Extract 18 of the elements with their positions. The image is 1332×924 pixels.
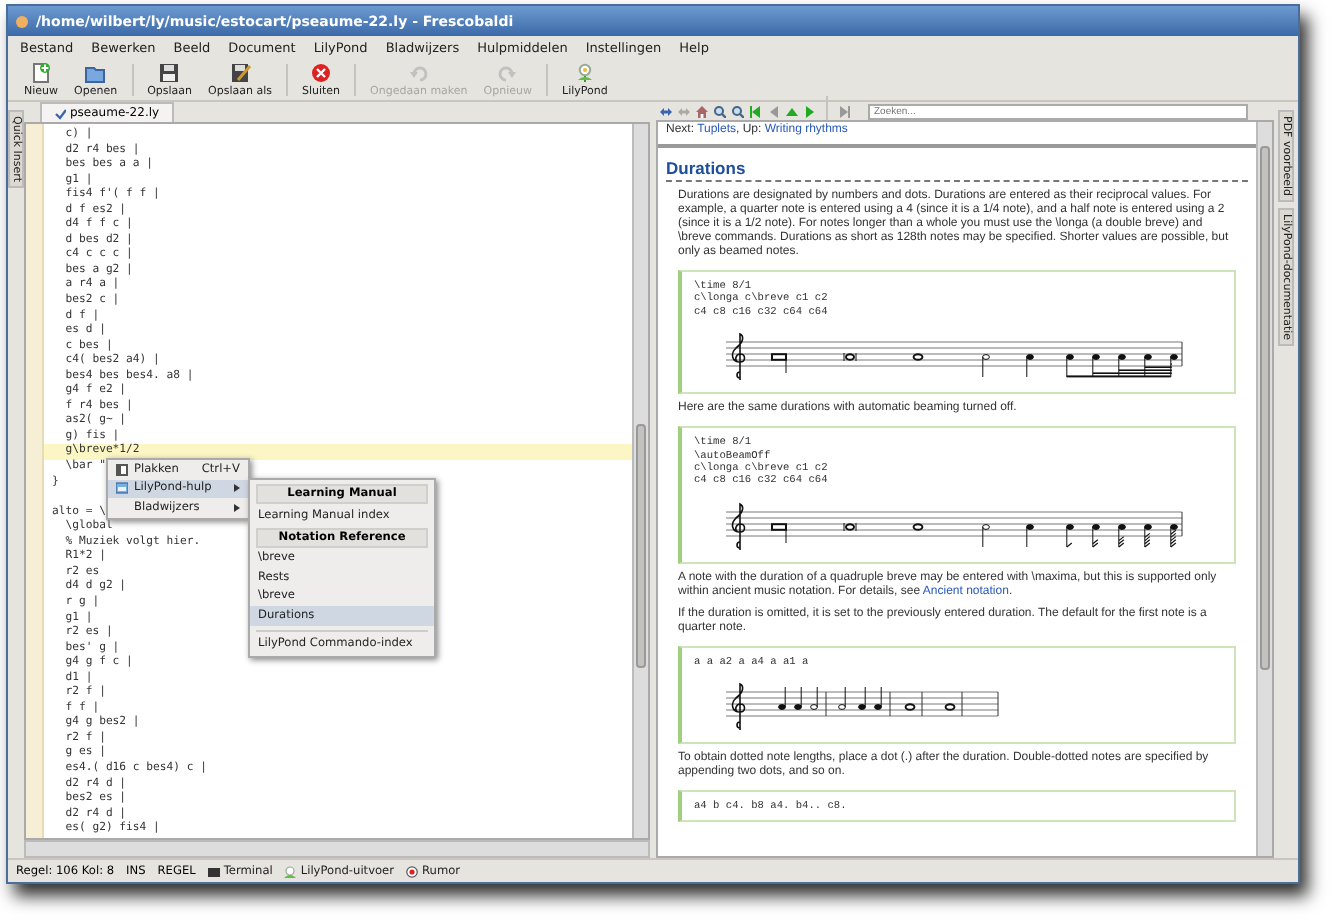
home-icon[interactable] xyxy=(696,105,708,117)
scrollbar[interactable] xyxy=(632,124,648,838)
window-icon xyxy=(116,482,128,495)
record-icon xyxy=(406,865,419,877)
new-document-icon xyxy=(30,61,52,83)
undo-icon xyxy=(407,61,430,83)
floppy-pencil-icon xyxy=(229,61,251,83)
close-icon xyxy=(310,61,333,83)
scrollbar[interactable] xyxy=(1256,122,1272,856)
redo-icon xyxy=(496,61,519,83)
terminal-icon xyxy=(207,865,220,877)
section-heading: Durations xyxy=(666,148,1248,182)
check-icon xyxy=(54,107,66,119)
app-icon xyxy=(16,15,28,27)
next-page-icon[interactable] xyxy=(838,105,850,117)
folder-icon xyxy=(84,61,107,83)
first-page-icon[interactable] xyxy=(750,105,762,117)
scrollbar[interactable] xyxy=(24,840,650,858)
